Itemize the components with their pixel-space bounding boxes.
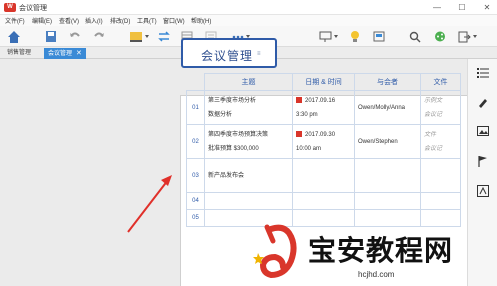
table-row[interactable]: 01 第三季度市场分析 数据分析 2017.09.16 3:30 pm Owen/M… bbox=[186, 90, 461, 125]
image-icon[interactable] bbox=[477, 125, 489, 137]
title-bar: W 会议管理 — ☐ ✕ bbox=[0, 0, 497, 15]
sync-icon[interactable] bbox=[157, 29, 171, 44]
topic-line: 批准预算 $300,000 bbox=[208, 145, 259, 152]
menu-help[interactable]: 帮助(H) bbox=[191, 16, 211, 25]
attendees-cell[interactable] bbox=[354, 209, 421, 227]
flag-icon[interactable] bbox=[477, 155, 489, 167]
title-note-icon[interactable]: ≡ bbox=[257, 51, 261, 57]
attendees-cell[interactable] bbox=[354, 192, 421, 210]
file-line: 会议记 bbox=[424, 111, 443, 118]
maximize-button[interactable]: ☐ bbox=[455, 2, 469, 13]
table-header-row: 主题 日期 & 时间 与会者 文件 bbox=[186, 73, 461, 91]
close-window-button[interactable]: ✕ bbox=[480, 2, 494, 13]
tab-close-icon[interactable]: ✕ bbox=[76, 50, 82, 57]
table-row[interactable]: 05 bbox=[186, 209, 461, 227]
attendees-cell[interactable]: Owen/Stephen bbox=[354, 124, 421, 159]
attendees-cell[interactable] bbox=[354, 158, 421, 193]
file-cell[interactable]: 示例文 会议记 bbox=[420, 90, 461, 125]
header-attendees: 与会者 bbox=[354, 73, 421, 91]
table-row[interactable]: 02 第四季度市场预算决策 批准预算 $300,000 2017.09.30 10:… bbox=[186, 124, 461, 159]
meeting-table: 主题 日期 & 时间 与会者 文件 01 第三季度市场分析 数据分析 2017.0… bbox=[186, 73, 461, 227]
date-text: 2017.09.16 bbox=[305, 97, 336, 104]
page-title: 会议管理 bbox=[201, 49, 254, 63]
file-cell[interactable] bbox=[420, 158, 461, 193]
header-datetime: 日期 & 时间 bbox=[292, 73, 355, 91]
datetime-cell[interactable] bbox=[292, 158, 355, 193]
export-icon[interactable] bbox=[457, 29, 479, 44]
watermark-text: 宝安教程网 bbox=[308, 234, 454, 267]
tab-label: 销售管理 bbox=[7, 50, 32, 56]
file-line: 会议记 bbox=[424, 145, 443, 152]
menu-view[interactable]: 查看(V) bbox=[59, 16, 79, 25]
header-topic: 主题 bbox=[204, 73, 293, 91]
topic-line: 第三季度市场分析 bbox=[208, 97, 257, 104]
row-number: 05 bbox=[186, 209, 205, 227]
attendees-cell[interactable]: Owen/Molly/Anna bbox=[354, 90, 421, 125]
time-text: 10:00 am bbox=[296, 145, 322, 152]
datetime-cell[interactable]: 2017.09.16 3:30 pm bbox=[292, 90, 355, 125]
header-cell bbox=[186, 73, 205, 91]
datetime-cell[interactable] bbox=[292, 192, 355, 210]
window-title: 会议管理 bbox=[19, 5, 47, 12]
text-style-icon[interactable] bbox=[477, 185, 489, 197]
minimize-button[interactable]: — bbox=[430, 2, 444, 13]
file-cell[interactable]: 文件 会议记 bbox=[420, 124, 461, 159]
menu-arrange[interactable]: 排改(D) bbox=[110, 16, 130, 25]
undo-icon[interactable] bbox=[68, 29, 82, 44]
search-icon[interactable] bbox=[408, 29, 422, 44]
row-number: 04 bbox=[186, 192, 205, 210]
topic-line: 第四季度市场预算决策 bbox=[208, 131, 269, 138]
row-number: 01 bbox=[186, 90, 205, 125]
redo-icon[interactable] bbox=[92, 29, 106, 44]
table-row[interactable]: 04 bbox=[186, 192, 461, 210]
topic-cell[interactable]: 第四季度市场预算决策 批准预算 $300,000 bbox=[204, 124, 293, 159]
idea-bulb-icon[interactable] bbox=[348, 29, 362, 44]
datetime-cell[interactable]: 2017.09.30 10:00 am bbox=[292, 124, 355, 159]
menu-insert[interactable]: 插入(I) bbox=[85, 16, 103, 25]
save-icon[interactable] bbox=[44, 29, 58, 44]
menu-tools[interactable]: 工具(T) bbox=[137, 16, 157, 25]
format-fill-icon[interactable] bbox=[128, 29, 150, 44]
home-icon[interactable] bbox=[6, 29, 22, 44]
share-icon[interactable] bbox=[433, 29, 447, 44]
row-number: 02 bbox=[186, 124, 205, 159]
file-cell[interactable] bbox=[420, 209, 461, 227]
file-cell[interactable] bbox=[420, 192, 461, 210]
time-text: 3:30 pm bbox=[296, 111, 318, 118]
watermark-logo-icon bbox=[253, 224, 297, 279]
menu-edit[interactable]: 编辑(E) bbox=[32, 16, 52, 25]
calendar-icon bbox=[296, 96, 302, 103]
menu-file[interactable]: 文件(F) bbox=[5, 16, 25, 25]
calendar-icon bbox=[296, 130, 302, 137]
header-file: 文件 bbox=[420, 73, 461, 91]
topic-cell[interactable]: 新产品发布会 bbox=[204, 158, 293, 193]
file-line: 示例文 bbox=[424, 97, 443, 104]
tab-sales-management[interactable]: 销售管理 bbox=[3, 48, 35, 59]
page-title-box[interactable]: 会议管理 ≡ bbox=[181, 38, 277, 68]
table-row[interactable]: 03 新产品发布会 bbox=[186, 158, 461, 193]
topic-line: 数据分析 bbox=[208, 111, 233, 118]
present-icon[interactable] bbox=[318, 29, 340, 44]
app-logo-icon: W bbox=[4, 3, 16, 12]
pointer-arrow-icon bbox=[127, 175, 172, 233]
date-text: 2017.09.30 bbox=[305, 131, 336, 138]
right-side-panel bbox=[467, 59, 497, 286]
topic-cell[interactable] bbox=[204, 192, 293, 210]
slide-icon[interactable] bbox=[372, 29, 386, 44]
outline-list-icon[interactable] bbox=[477, 67, 489, 79]
tab-meeting-management[interactable]: 会议管理 ✕ bbox=[44, 48, 86, 59]
tab-label: 会议管理 bbox=[48, 51, 73, 57]
menu-window[interactable]: 窗口(W) bbox=[163, 16, 185, 25]
file-line: 文件 bbox=[424, 131, 437, 138]
row-number: 03 bbox=[186, 158, 205, 193]
format-brush-icon[interactable] bbox=[477, 96, 489, 108]
menu-bar: 文件(F) 编辑(E) 查看(V) 插入(I) 排改(D) 工具(T) 窗口(W… bbox=[0, 15, 497, 26]
watermark-url: hcjhd.com bbox=[358, 270, 395, 279]
topic-cell[interactable]: 第三季度市场分析 数据分析 bbox=[204, 90, 293, 125]
